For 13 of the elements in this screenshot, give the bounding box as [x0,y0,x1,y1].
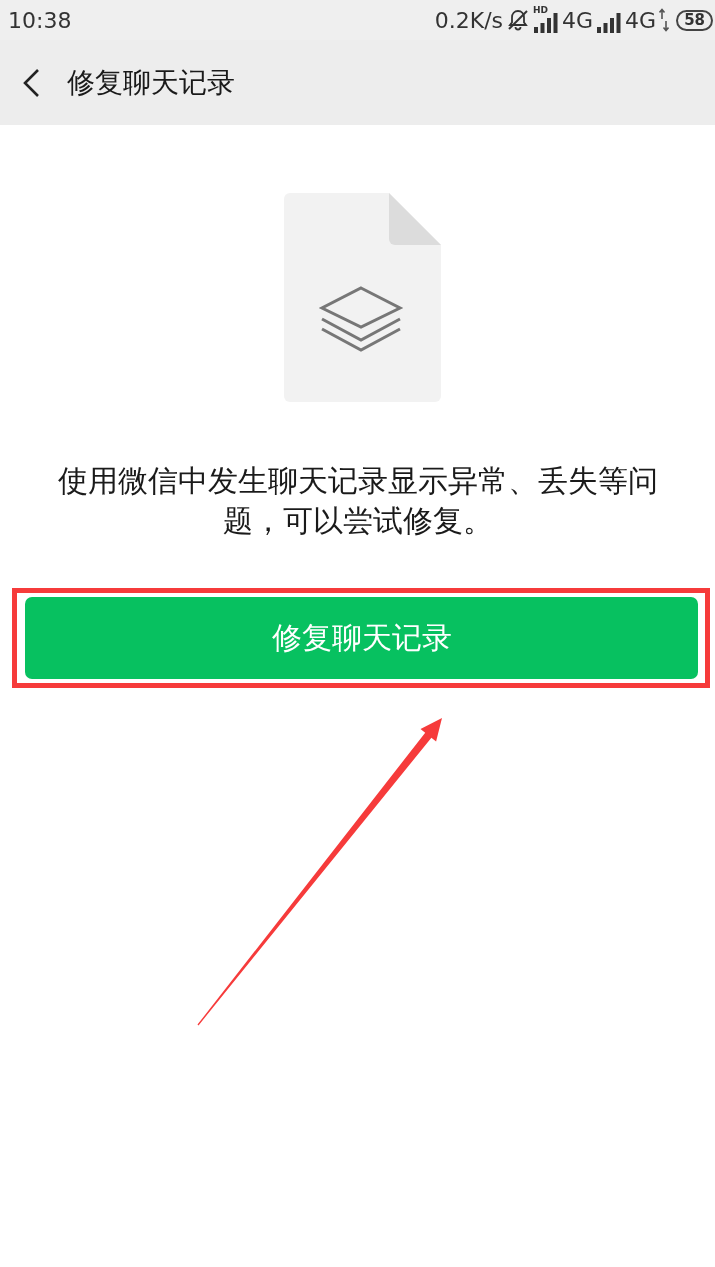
signal-icon [596,13,623,33]
hd-label: HD [533,6,549,15]
battery-indicator: 58 [676,9,713,31]
network-speed: 0.2K/s [434,7,504,33]
repair-button[interactable]: 修复聊天记录 [25,597,698,679]
signal-icon [533,13,560,33]
layers-icon [318,286,404,352]
document-icon [284,193,441,402]
description-text: 使用微信中发生聊天记录显示异常、丢失等问题，可以尝试修复。 [56,462,659,540]
page-title: 修复聊天记录 [67,64,235,101]
network-type: 4G [562,7,594,33]
network-type: 4G [625,7,657,33]
status-time: 10:38 [8,7,73,33]
